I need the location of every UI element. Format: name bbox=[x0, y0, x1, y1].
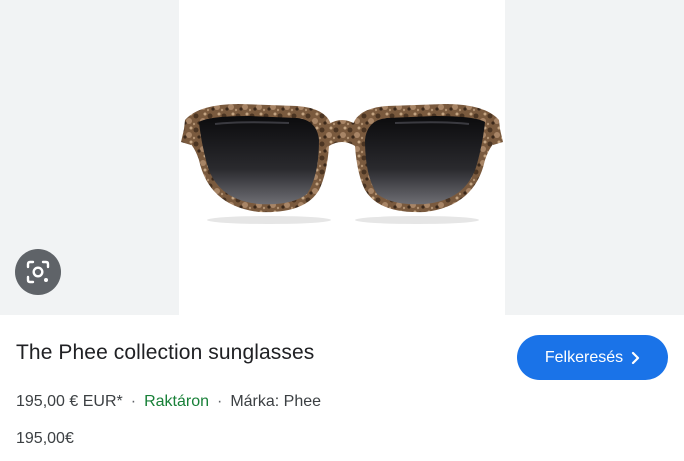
price-plain: 195,00€ bbox=[16, 430, 74, 447]
chevron-right-icon bbox=[630, 351, 640, 365]
sunglasses-image bbox=[181, 104, 503, 224]
separator-dot: · bbox=[130, 393, 137, 410]
visit-button[interactable]: Felkeresés bbox=[517, 335, 668, 380]
visit-button-label: Felkeresés bbox=[544, 348, 624, 366]
separator-dot: · bbox=[216, 393, 223, 410]
product-image-frame[interactable] bbox=[179, 0, 505, 315]
product-title[interactable]: The Phee collection sunglasses bbox=[16, 341, 314, 365]
google-lens-button[interactable] bbox=[15, 249, 61, 295]
google-lens-icon bbox=[26, 260, 50, 284]
product-meta: 195,00 € EUR* · Raktáron · Márka: Phee bbox=[16, 393, 321, 411]
product-card: The Phee collection sunglasses Felkeresé… bbox=[0, 0, 684, 461]
image-panel bbox=[0, 0, 684, 315]
stock-status: Raktáron bbox=[144, 393, 209, 410]
brand-label: Márka: Phee bbox=[230, 393, 322, 410]
price-with-currency: 195,00 € EUR* bbox=[16, 393, 123, 410]
